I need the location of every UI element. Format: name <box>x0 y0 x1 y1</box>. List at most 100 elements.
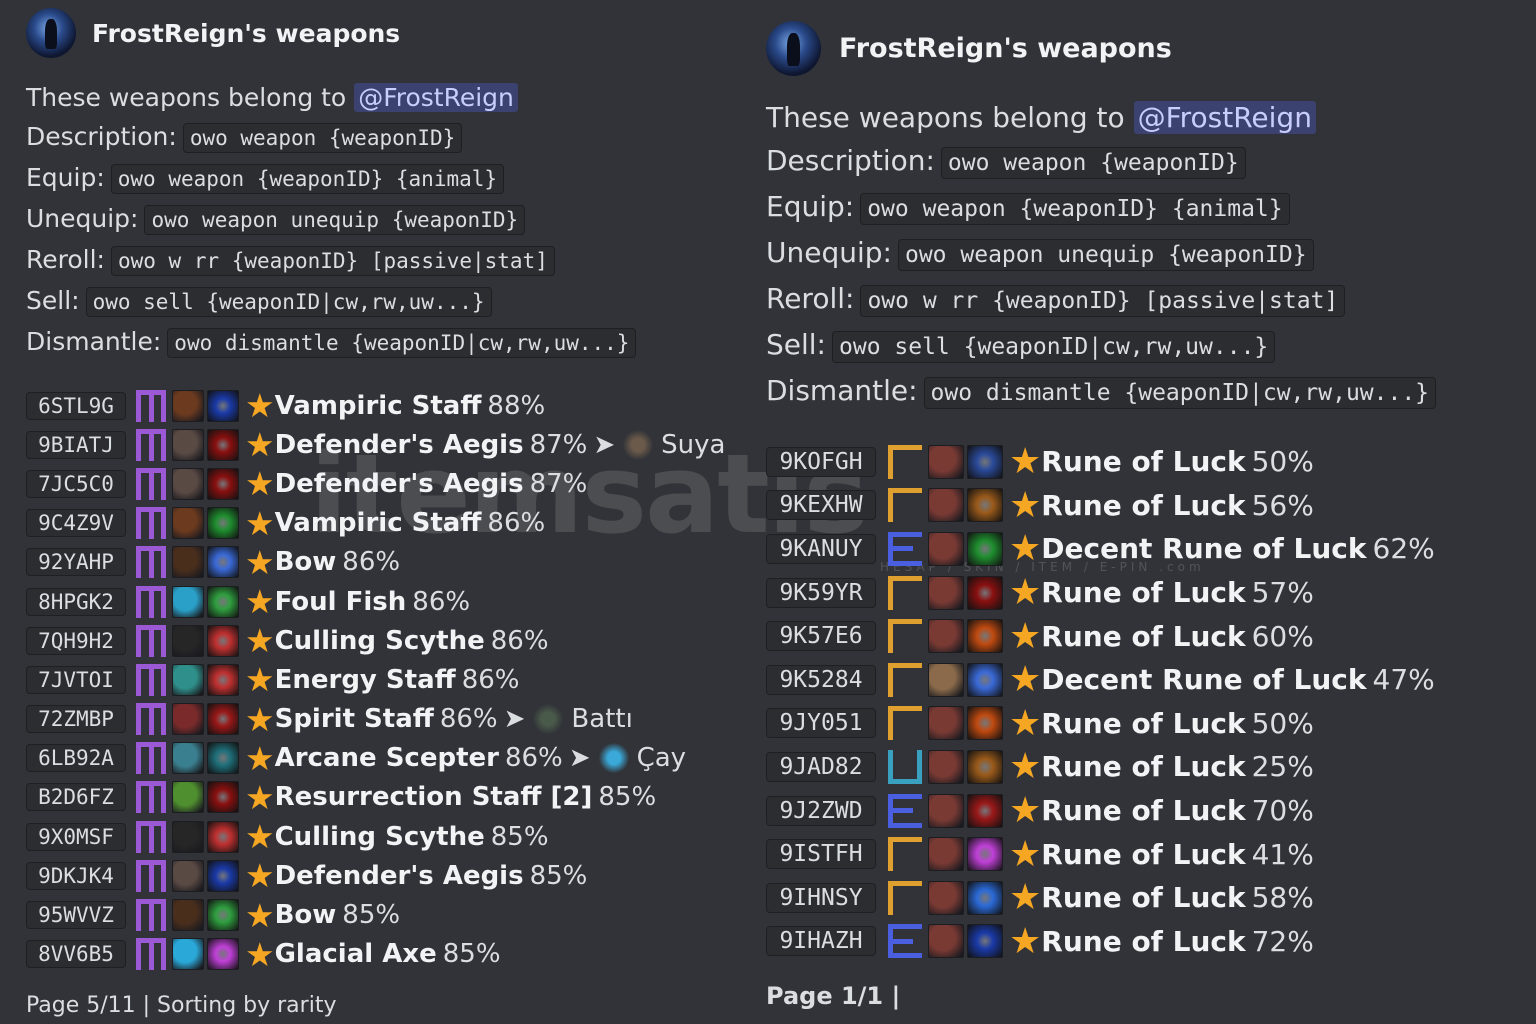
teal-passive-icon <box>207 742 239 775</box>
weapon-id[interactable]: 8VV6B5 <box>26 940 126 969</box>
fish-icon <box>172 585 204 618</box>
weapon-quality: 47% <box>1372 663 1435 697</box>
rarity-icon <box>136 428 166 461</box>
equipped-arrow-icon: ➤ <box>503 704 526 735</box>
weapon-quality: 56% <box>1251 488 1314 522</box>
weapon-name: Rune of Luck <box>1041 576 1246 610</box>
weapon-id[interactable]: 9J2ZWD <box>766 795 876 826</box>
embed-footer: Page 5/11 | Sorting by rarity <box>26 993 337 1018</box>
weapon-id[interactable]: 9K5284 <box>766 664 876 695</box>
weapon-id[interactable]: 9C4Z9V <box>26 509 126 538</box>
weapon-row: 9K5284 ★ Decent Rune of Luck 47% <box>766 658 1435 702</box>
command-code: owo dismantle {weaponID|cw,rw,uw...} <box>167 328 637 358</box>
weapon-name: Bow <box>274 547 337 578</box>
star-icon: ★ <box>245 699 275 739</box>
star-icon: ★ <box>245 386 275 426</box>
bronze-passive-icon <box>967 488 1003 523</box>
author-name[interactable]: FrostReign's weapons <box>92 19 400 48</box>
animal-name[interactable]: Battı <box>571 704 632 734</box>
rarity-icon <box>888 662 922 697</box>
weapon-id[interactable]: 9KEXHW <box>766 490 876 521</box>
weapon-id[interactable]: 9X0MSF <box>26 822 126 851</box>
weapon-name: Resurrection Staff [2] <box>274 782 593 813</box>
bow-icon <box>172 899 204 932</box>
rune-icon <box>928 444 964 479</box>
command-code: owo weapon {weaponID} {animal} <box>110 164 505 194</box>
user-mention[interactable]: @FrostReign <box>354 83 518 112</box>
command-label: Dismantle: <box>766 374 918 407</box>
weapon-id[interactable]: 8HPGK2 <box>26 587 126 616</box>
avatar[interactable] <box>26 8 76 58</box>
star-icon: ★ <box>1009 615 1042 657</box>
animal-name[interactable]: Suya <box>661 430 725 460</box>
rarity-icon <box>136 703 166 736</box>
weapon-quality: 50% <box>1251 445 1314 479</box>
equipped-arrow-icon: ➤ <box>568 743 591 774</box>
animal-icon <box>598 743 629 774</box>
author-name[interactable]: FrostReign's weapons <box>839 33 1172 64</box>
rarity-icon <box>888 488 922 523</box>
weapon-id[interactable]: B2D6FZ <box>26 783 126 812</box>
staff-icon <box>172 507 204 540</box>
command-label: Unequip: <box>766 236 892 269</box>
weapon-id[interactable]: 72ZMBP <box>26 705 126 734</box>
star-icon: ★ <box>245 777 275 817</box>
command-line: Dismantle: owo dismantle {weaponID|cw,rw,… <box>26 322 637 363</box>
weapons-embed-left: FrostReign's weapons These weapons belon… <box>0 0 736 1024</box>
star-icon: ★ <box>245 425 275 465</box>
animal-name[interactable]: Çay <box>637 743 686 773</box>
command-code: owo w rr {weaponID} [passive|stat] <box>860 285 1346 317</box>
user-mention[interactable]: @FrostReign <box>1133 101 1316 134</box>
weapon-quality: 86% <box>461 664 520 695</box>
weapon-id[interactable]: 9JAD82 <box>766 751 876 782</box>
red-passive-icon <box>207 781 239 814</box>
command-line: Unequip: owo weapon unequip {weaponID} <box>766 231 1436 277</box>
weapon-row: 9ISTFH ★ Rune of Luck 41% <box>766 832 1435 876</box>
resurrection-staff-icon <box>172 781 204 814</box>
weapon-row: 9KANUY ★ Decent Rune of Luck 62% <box>766 527 1435 571</box>
weapon-id[interactable]: 9BIATJ <box>26 430 126 459</box>
weapon-name: Rune of Luck <box>1041 445 1246 479</box>
weapon-id[interactable]: 9K59YR <box>766 577 876 608</box>
weapon-id[interactable]: 9KOFGH <box>766 446 876 477</box>
staff-icon <box>172 389 204 422</box>
command-code: owo dismantle {weaponID|cw,rw,uw...} <box>923 377 1437 409</box>
weapon-quality: 87% <box>529 429 588 460</box>
ownership-line: These weapons belong to @FrostReign <box>26 78 636 117</box>
rarity-icon <box>888 706 922 741</box>
rarity-icon <box>888 619 922 654</box>
weapon-row: 9KEXHW ★ Rune of Luck 56% <box>766 484 1435 528</box>
weapon-id[interactable]: 6LB92A <box>26 744 126 773</box>
weapon-quality: 85% <box>529 860 588 891</box>
weapon-quality: 88% <box>487 390 546 421</box>
rune-icon <box>928 749 964 784</box>
weapon-id[interactable]: 7QH9H2 <box>26 626 126 655</box>
orange-passive-icon <box>967 619 1003 654</box>
red-passive-icon <box>207 428 239 461</box>
weapon-id[interactable]: 9ISTFH <box>766 839 876 870</box>
weapon-id[interactable]: 95WVVZ <box>26 901 126 930</box>
command-label: Sell: <box>766 328 826 361</box>
rarity-icon <box>136 546 166 579</box>
weapon-id[interactable]: 6STL9G <box>26 391 126 420</box>
avatar[interactable] <box>766 21 821 76</box>
weapon-id[interactable]: 7JVTOI <box>26 665 126 694</box>
green-passive-icon <box>207 507 239 540</box>
command-label: Equip: <box>766 190 855 223</box>
scepter-icon <box>172 742 204 775</box>
weapon-row: 9K59YR ★ Rune of Luck 57% <box>766 571 1435 615</box>
shield-passive-icon <box>967 880 1003 915</box>
weapon-id[interactable]: 9JY051 <box>766 708 876 739</box>
weapon-id[interactable]: 9K57E6 <box>766 621 876 652</box>
weapon-id[interactable]: 9IHAZH <box>766 926 876 957</box>
ownership-text: These weapons belong to <box>26 83 347 112</box>
weapon-id[interactable]: 92YAHP <box>26 548 126 577</box>
weapon-id[interactable]: 9IHNSY <box>766 882 876 913</box>
weapon-name: Decent Rune of Luck <box>1041 663 1367 697</box>
weapon-id[interactable]: 9DKJK4 <box>26 861 126 890</box>
rarity-icon <box>136 467 166 500</box>
weapon-row: 9X0MSF ★ Culling Scythe 85% <box>26 817 725 856</box>
weapon-id[interactable]: 7JC5C0 <box>26 469 126 498</box>
weapon-id[interactable]: 9KANUY <box>766 533 876 564</box>
weapon-quality: 85% <box>598 782 657 813</box>
